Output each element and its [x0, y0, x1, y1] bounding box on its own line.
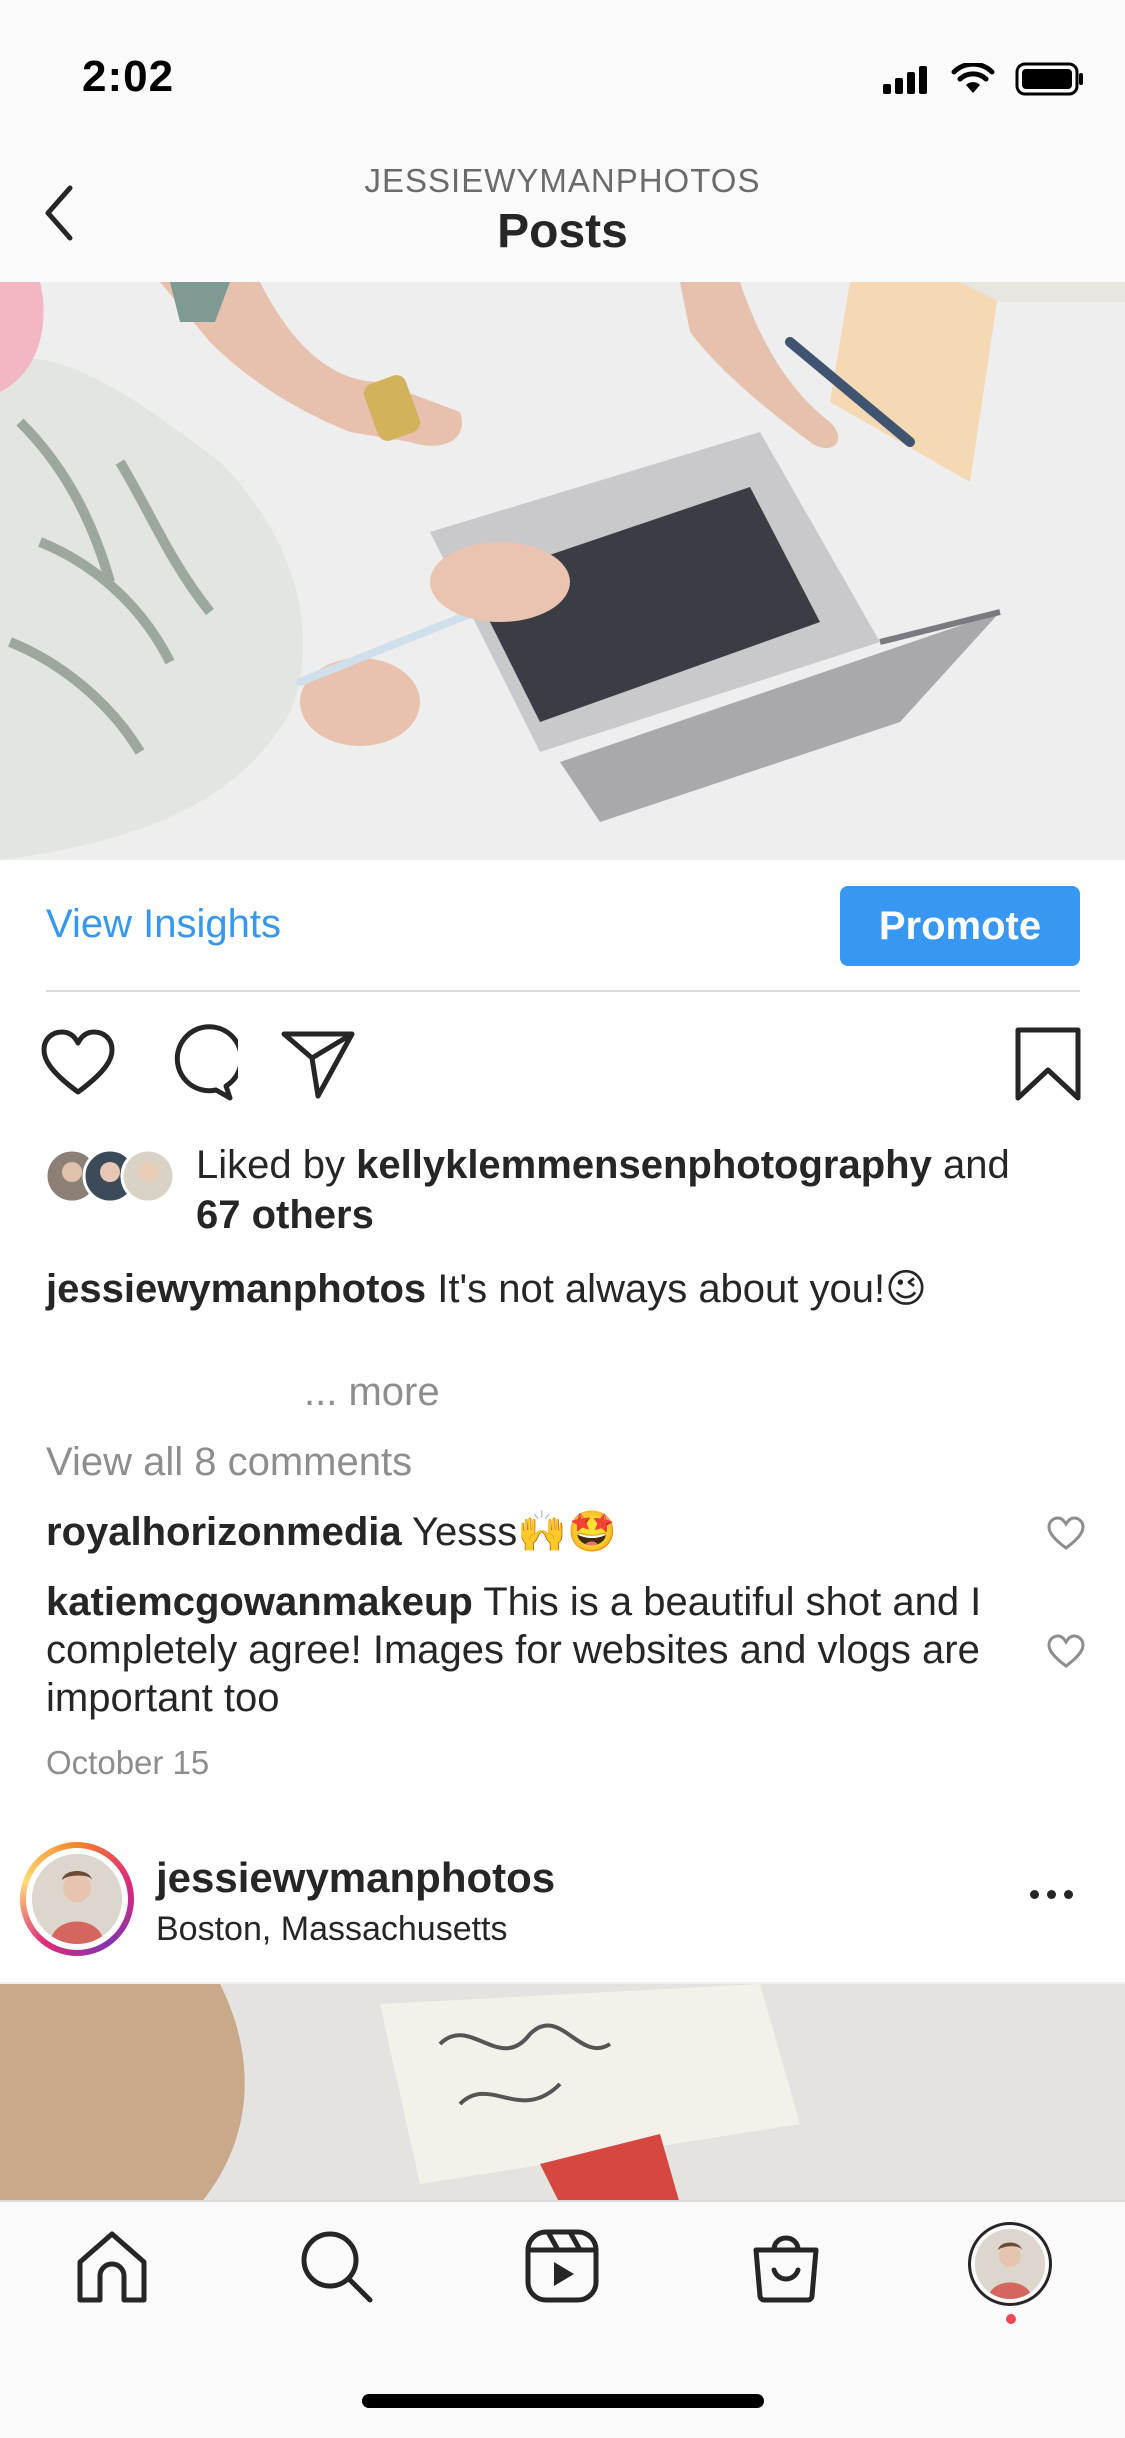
post-caption: jessiewymanphotos It's not always about … [46, 1264, 1086, 1314]
home-indicator [362, 2394, 764, 2408]
comment-item: royalhorizonmedia Yesss🙌🤩 [46, 1508, 1026, 1556]
post-date: October 15 [46, 1744, 210, 1781]
search-icon[interactable] [296, 2226, 376, 2306]
post-image[interactable] [0, 1982, 1125, 2204]
reels-icon[interactable] [522, 2226, 602, 2306]
status-time: 2:02 [82, 52, 175, 101]
page-title: Posts [497, 205, 628, 258]
status-icons [881, 62, 1085, 96]
post-location[interactable]: Boston, Massachusetts [156, 1910, 508, 1949]
post-photo [0, 1984, 1125, 2204]
comment-icon[interactable] [158, 1024, 238, 1104]
caption-username[interactable]: jessiewymanphotos [46, 1267, 426, 1311]
liker-avatars [44, 1148, 176, 1204]
battery-icon [1015, 62, 1083, 96]
comment-item: katiemcgowanmakeup This is a beautiful s… [46, 1578, 1026, 1722]
comment-username[interactable]: katiemcgowanmakeup [46, 1580, 473, 1624]
comment-like-heart-icon[interactable] [1046, 1632, 1086, 1672]
wifi-icon [951, 63, 995, 93]
home-icon[interactable] [72, 2226, 152, 2306]
bookmark-icon[interactable] [1008, 1024, 1088, 1104]
more-link[interactable]: ... more [304, 1370, 440, 1415]
heart-icon[interactable] [38, 1024, 118, 1104]
header-username: JESSIEWYMANPHOTOS [364, 162, 761, 199]
signal-icon [883, 66, 927, 94]
comment-username[interactable]: royalhorizonmedia [46, 1510, 402, 1554]
comment-text: Yesss🙌🤩 [401, 1510, 617, 1554]
more-options-icon[interactable] [1030, 1890, 1073, 1899]
shop-icon[interactable] [746, 2226, 826, 2306]
post-photo [0, 282, 1125, 860]
view-all-comments-link[interactable]: View all 8 comments [46, 1440, 412, 1485]
comment-like-heart-icon[interactable] [1046, 1514, 1086, 1554]
send-icon[interactable] [278, 1024, 358, 1104]
post-author-username[interactable]: jessiewymanphotos [156, 1854, 555, 1902]
notification-dot [1006, 2314, 1016, 2324]
post-image[interactable] [0, 282, 1125, 860]
likes-others[interactable]: 67 others [196, 1193, 374, 1237]
divider [46, 990, 1080, 992]
likes-and: and [931, 1143, 1010, 1187]
likes-prefix: Liked by [196, 1143, 357, 1187]
likes-summary[interactable]: Liked by kellyklemmensenphotography and … [196, 1140, 1096, 1240]
liker-username[interactable]: kellyklemmensenphotography [356, 1143, 932, 1187]
avatar[interactable] [32, 1854, 122, 1944]
profile-avatar[interactable] [975, 2229, 1045, 2299]
promote-button[interactable]: Promote [840, 886, 1080, 966]
view-insights-link[interactable]: View Insights [46, 902, 281, 947]
caption-text: It's not always about you!😉 [426, 1267, 927, 1311]
